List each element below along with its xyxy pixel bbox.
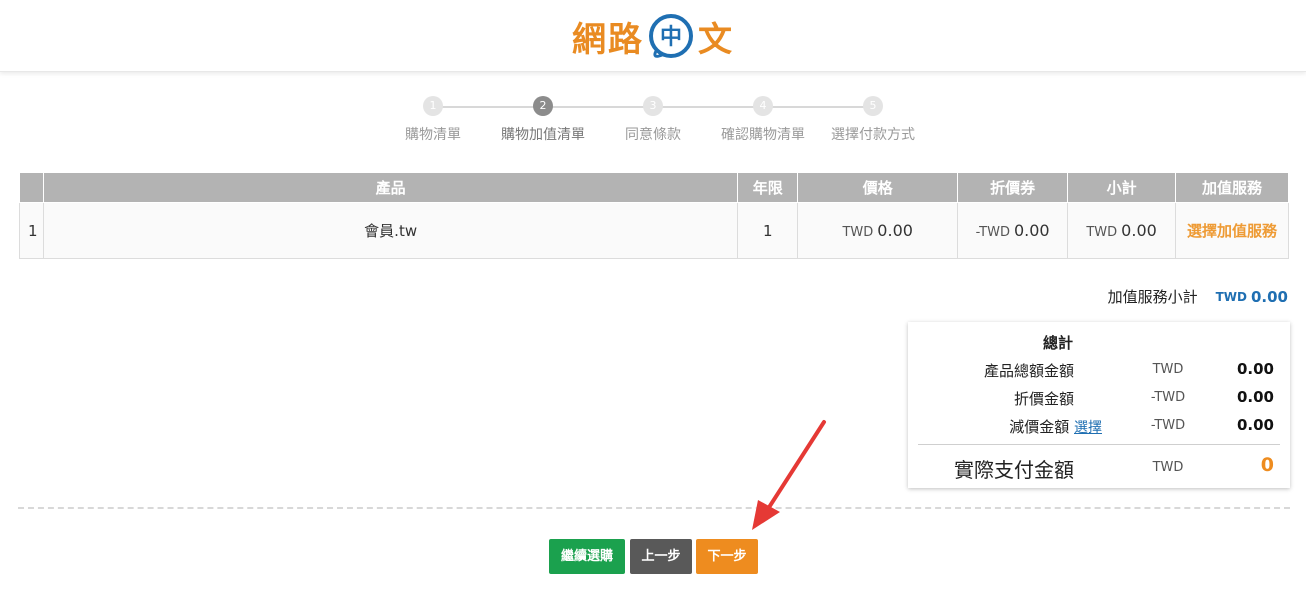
summary-row-reduction: 減價金額 選擇 -TWD 0.00 bbox=[908, 416, 1290, 440]
step-5: 5 選擇付款方式 bbox=[818, 96, 928, 144]
logo-text-left: 網路 bbox=[572, 19, 644, 60]
checkout-steps: 1 購物清單 2 購物加值清單 3 同意條款 4 確認購物清單 5 選擇付款方式 bbox=[0, 96, 1306, 146]
select-addon-link[interactable]: 選擇加值服務 bbox=[1187, 222, 1277, 240]
logo-mark-letter: 中 bbox=[660, 25, 682, 50]
summary-value: 0.00 bbox=[1236, 360, 1274, 378]
summary-currency: -TWD bbox=[1150, 390, 1186, 405]
select-reduction-link[interactable]: 選擇 bbox=[1074, 420, 1102, 436]
addon-subtotal-label: 加值服務小計 bbox=[1107, 288, 1198, 306]
col-header-product: 產品 bbox=[42, 172, 739, 203]
step-number: 1 bbox=[423, 96, 443, 116]
addon-subtotal: 加值服務小計 TWD 0.00 bbox=[1108, 286, 1288, 307]
logo-mark-icon: 中 bbox=[649, 14, 693, 58]
col-header-addon: 加值服務 bbox=[1175, 172, 1289, 203]
summary-label-wrap: 減價金額 選擇 bbox=[1009, 416, 1102, 437]
step-1: 1 購物清單 bbox=[378, 96, 488, 144]
previous-step-button[interactable]: 上一步 bbox=[630, 539, 692, 574]
row-price: TWD 0.00 bbox=[797, 202, 959, 259]
summary-currency: -TWD bbox=[1150, 418, 1186, 433]
step-number: 3 bbox=[643, 96, 663, 116]
summary-final-currency: TWD bbox=[1152, 460, 1184, 475]
step-2: 2 購物加值清單 bbox=[488, 96, 598, 144]
step-label: 購物清單 bbox=[405, 127, 461, 143]
summary-final-value: 0 bbox=[1260, 454, 1274, 476]
logo-text-right: 文 bbox=[698, 19, 734, 60]
summary-row-final: 實際支付金額 TWD 0 bbox=[908, 454, 1290, 484]
price-currency: TWD bbox=[842, 225, 874, 240]
summary-currency: TWD bbox=[1152, 362, 1184, 377]
col-header-years: 年限 bbox=[737, 172, 799, 203]
row-years: 1 bbox=[737, 202, 799, 259]
coupon-value: 0.00 bbox=[1013, 221, 1050, 240]
summary-label: 減價金額 bbox=[1009, 418, 1070, 436]
addon-subtotal-currency: TWD bbox=[1215, 289, 1247, 304]
subtotal-value: 0.00 bbox=[1121, 221, 1157, 240]
price-value: 0.00 bbox=[877, 221, 913, 240]
col-header-price: 價格 bbox=[797, 172, 959, 203]
row-subtotal: TWD 0.00 bbox=[1067, 202, 1177, 259]
section-divider bbox=[18, 507, 1290, 509]
step-number: 5 bbox=[863, 96, 883, 116]
row-product: 會員.tw bbox=[42, 202, 739, 259]
summary-title: 總計 bbox=[1042, 334, 1073, 352]
col-header-index bbox=[19, 172, 44, 203]
coupon-currency: -TWD bbox=[975, 225, 1010, 240]
summary-label: 產品總額金額 bbox=[983, 362, 1074, 380]
cart-table: 產品 年限 價格 折價券 小計 加值服務 1 會員.tw 1 TWD 0.00 -… bbox=[19, 172, 1289, 259]
table-row: 1 會員.tw 1 TWD 0.00 -TWD 0.00 TWD 0.00 選擇加值服… bbox=[19, 202, 1289, 259]
row-addon: 選擇加值服務 bbox=[1175, 202, 1289, 259]
summary-value: 0.00 bbox=[1236, 416, 1274, 434]
step-label: 確認購物清單 bbox=[721, 127, 805, 143]
summary-row-discount: 折價金額 -TWD 0.00 bbox=[908, 388, 1290, 412]
summary-label: 折價金額 bbox=[1013, 390, 1074, 408]
step-number: 2 bbox=[533, 96, 553, 116]
order-summary: 總計 產品總額金額 TWD 0.00 折價金額 -TWD 0.00 減價金額 選… bbox=[908, 322, 1290, 488]
step-label: 同意條款 bbox=[625, 127, 681, 143]
site-logo[interactable]: 網路 中 文 bbox=[572, 8, 734, 64]
row-index: 1 bbox=[19, 202, 44, 259]
subtotal-currency: TWD bbox=[1086, 225, 1118, 240]
summary-row-product-total: 產品總額金額 TWD 0.00 bbox=[908, 360, 1290, 384]
step-4: 4 確認購物清單 bbox=[708, 96, 818, 144]
step-label: 購物加值清單 bbox=[501, 127, 585, 143]
table-header-row: 產品 年限 價格 折價券 小計 加值服務 bbox=[19, 172, 1289, 203]
col-header-coupon: 折價券 bbox=[957, 172, 1069, 203]
next-step-button[interactable]: 下一步 bbox=[696, 539, 758, 574]
step-number: 4 bbox=[753, 96, 773, 116]
row-coupon: -TWD 0.00 bbox=[957, 202, 1069, 259]
step-label: 選擇付款方式 bbox=[831, 127, 915, 143]
addon-subtotal-value: 0.00 bbox=[1250, 287, 1288, 306]
step-3: 3 同意條款 bbox=[598, 96, 708, 144]
summary-divider bbox=[918, 444, 1280, 445]
summary-final-label: 實際支付金額 bbox=[954, 458, 1074, 482]
continue-shopping-button[interactable]: 繼續選購 bbox=[549, 539, 625, 574]
summary-value: 0.00 bbox=[1236, 388, 1274, 406]
col-header-subtotal: 小計 bbox=[1067, 172, 1177, 203]
site-header: 網路 中 文 bbox=[0, 0, 1306, 72]
